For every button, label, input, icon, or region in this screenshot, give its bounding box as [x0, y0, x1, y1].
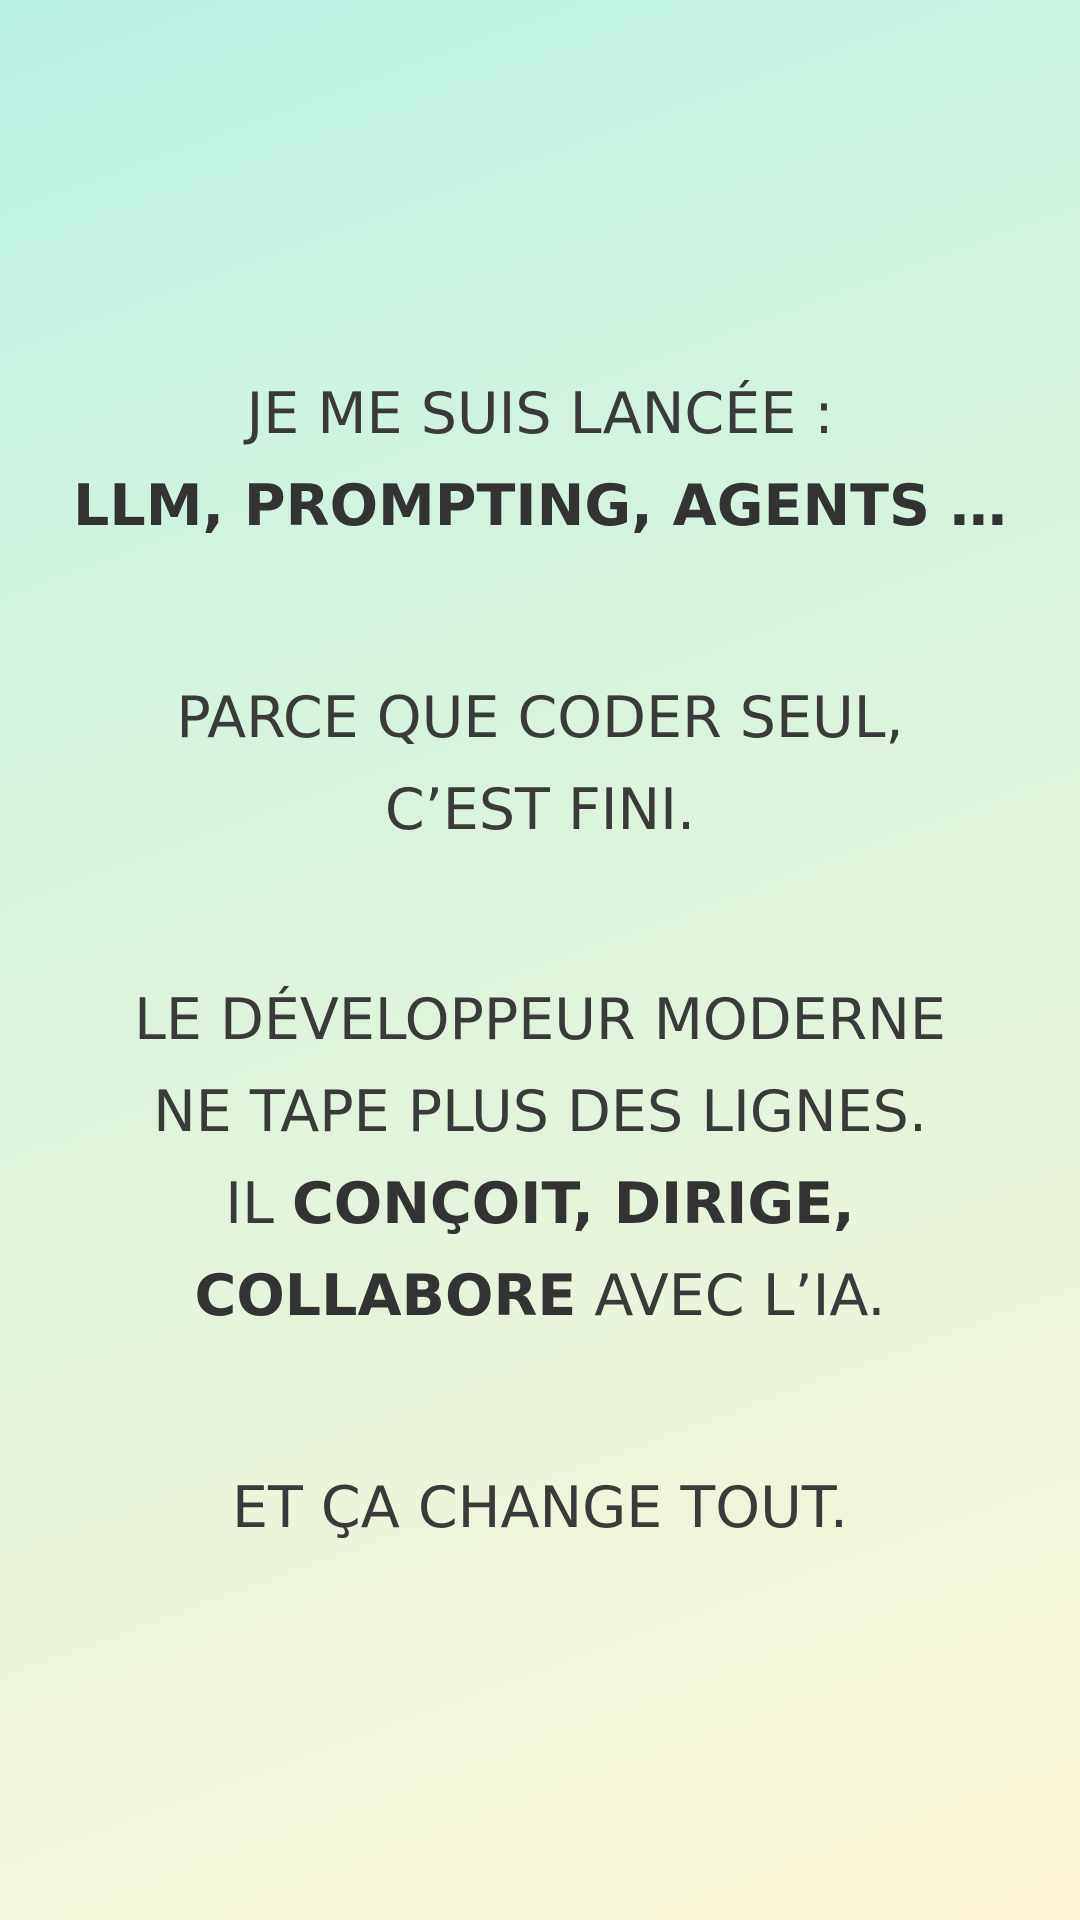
- developer-line-4-suffix: AVEC L’IA.: [576, 1263, 886, 1329]
- slide: { "block_1": { "line_1": "JE ME SUIS LAN…: [0, 0, 1080, 1920]
- developer-line-2: NE TAPE PLUS DES LIGNES.: [153, 1079, 927, 1145]
- reason-line-1: PARCE QUE CODER SEUL,: [176, 685, 904, 751]
- developer-line-4-bold: COLLABORE: [194, 1263, 577, 1329]
- developer-line-3-prefix: IL: [225, 1171, 292, 1237]
- conclusion-block: ET ÇA CHANGE TOUT.: [0, 1462, 1080, 1554]
- developer-line-4: COLLABORE AVEC L’IA.: [0, 1250, 1080, 1342]
- intro-block: JE ME SUIS LANCÉE : LLM, PROMPTING, AGEN…: [0, 368, 1080, 552]
- developer-line-3-bold: CONÇOIT, DIRIGE,: [291, 1171, 855, 1237]
- developer-block: LE DÉVELOPPEUR MODERNE NE TAPE PLUS DES …: [0, 974, 1080, 1342]
- topics-line: LLM, PROMPTING, AGENTS …: [73, 473, 1007, 539]
- intro-line: JE ME SUIS LANCÉE :: [246, 381, 834, 447]
- reason-block: PARCE QUE CODER SEUL, C’EST FINI.: [0, 672, 1080, 856]
- developer-line-3: IL CONÇOIT, DIRIGE,: [0, 1158, 1080, 1250]
- reason-line-2: C’EST FINI.: [384, 777, 696, 843]
- developer-line-1: LE DÉVELOPPEUR MODERNE: [134, 987, 946, 1053]
- conclusion-line: ET ÇA CHANGE TOUT.: [231, 1475, 849, 1541]
